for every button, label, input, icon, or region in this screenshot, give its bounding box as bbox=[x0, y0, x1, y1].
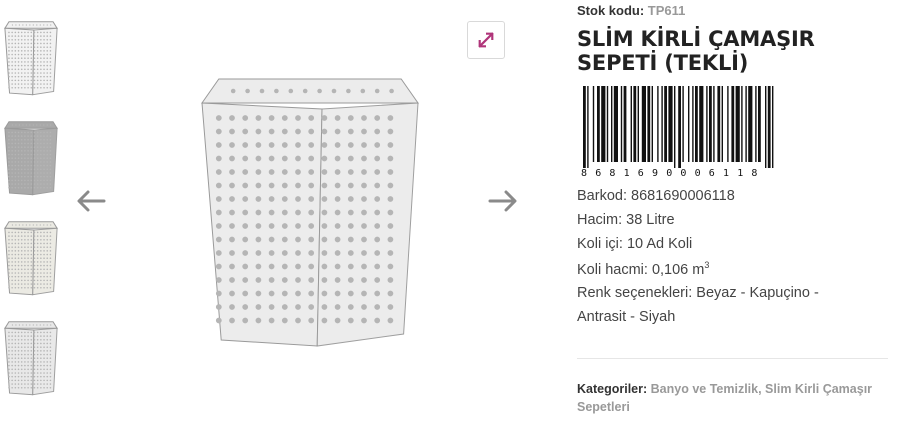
barcode-digit: 6 bbox=[638, 168, 644, 179]
barcode-digit: 1 bbox=[624, 168, 630, 179]
thumbnail-siyah[interactable] bbox=[2, 316, 60, 398]
barcode-bar bbox=[699, 86, 704, 162]
stock-code: Stok kodu: TP611 bbox=[577, 3, 685, 18]
thumbnail-kapucino[interactable] bbox=[2, 116, 60, 198]
barcode-bar bbox=[741, 86, 743, 162]
expand-icon bbox=[478, 32, 494, 48]
box-volume-unit-exponent: 3 bbox=[704, 260, 710, 270]
barcode-bar bbox=[713, 86, 715, 162]
barcode-bar bbox=[611, 86, 613, 162]
barcode-bar bbox=[674, 86, 676, 168]
box-volume-value: Koli hacmi: 0,106 m bbox=[577, 261, 705, 278]
barcode-bar bbox=[668, 86, 673, 162]
barcode-digit: 0 bbox=[695, 168, 701, 179]
barcode-bar bbox=[772, 86, 774, 168]
barcode-bar bbox=[606, 86, 609, 162]
barcode-bar bbox=[597, 86, 600, 162]
volume-text: Hacim: 38 Litre bbox=[577, 212, 675, 228]
color-options-line-1: Renk seçenekleri: Beyaz - Kapuçino - bbox=[577, 285, 819, 301]
barcode-digit: 1 bbox=[737, 168, 743, 179]
previous-image-button[interactable] bbox=[74, 187, 108, 215]
color-options-line-2: Antrasit - Siyah bbox=[577, 309, 676, 325]
category-link-banyo[interactable]: Banyo ve Temizlik, bbox=[651, 382, 762, 396]
barcode-bar bbox=[587, 86, 589, 168]
barcode-bar bbox=[623, 86, 627, 162]
categories: Kategoriler: Banyo ve Temizlik, Slim Kir… bbox=[577, 380, 889, 416]
barcode-image: 8681690006118 bbox=[581, 86, 774, 179]
thumbnail-beyaz[interactable] bbox=[2, 16, 60, 98]
barcode-bar bbox=[651, 86, 653, 162]
barcode-bar bbox=[620, 86, 623, 162]
barcode-bar bbox=[637, 86, 639, 162]
barcode-bar bbox=[727, 86, 729, 162]
barcode-bar bbox=[664, 86, 667, 162]
barcode-bar bbox=[748, 86, 753, 162]
barcode-bar bbox=[767, 86, 771, 168]
barcode-bar bbox=[641, 86, 646, 162]
barcode-bar bbox=[706, 86, 708, 162]
divider bbox=[577, 358, 888, 359]
barcode-digit: 1 bbox=[723, 168, 729, 179]
next-image-button[interactable] bbox=[486, 187, 520, 215]
barcode-digit: 0 bbox=[680, 168, 686, 179]
barcode-bar bbox=[688, 86, 690, 162]
basket-thumbnail-image bbox=[4, 221, 58, 296]
expand-image-button[interactable] bbox=[467, 21, 505, 59]
barcode-bar bbox=[758, 86, 761, 162]
barcode-bar bbox=[765, 86, 767, 168]
barcode-bar bbox=[657, 86, 659, 162]
barcode-bar bbox=[695, 86, 698, 162]
thumbnail-antrasit[interactable] bbox=[2, 216, 60, 298]
barcode-bar bbox=[592, 86, 595, 162]
barcode-digit: 0 bbox=[666, 168, 672, 179]
barcode-bar bbox=[630, 86, 632, 162]
barcode-digit: 9 bbox=[652, 168, 658, 179]
basket-thumbnail-image bbox=[4, 121, 58, 196]
basket-thumbnail-image bbox=[4, 21, 58, 96]
barcode-bar bbox=[735, 86, 740, 162]
barcode-bar bbox=[661, 86, 663, 162]
basket-thumbnail-image bbox=[4, 321, 58, 396]
barcode-bar bbox=[633, 86, 637, 162]
barcode-bar bbox=[731, 86, 735, 162]
barcode-bar bbox=[682, 86, 684, 162]
barcode-digit: 8 bbox=[751, 168, 757, 179]
barcode-digit: 8 bbox=[581, 168, 587, 179]
barcode-bar bbox=[755, 86, 757, 162]
categories-label: Kategoriler: bbox=[577, 382, 648, 396]
barcode-bar bbox=[613, 86, 618, 162]
box-volume-text: Koli hacmi: 0,106 m3 bbox=[577, 260, 709, 278]
barcode-digit: 6 bbox=[709, 168, 715, 179]
arrow-right-icon bbox=[488, 190, 517, 212]
product-title: SLİM KİRLİ ÇAMAŞIR SEPETİ (TEKLİ) bbox=[577, 27, 815, 75]
barcode-bar bbox=[745, 86, 747, 162]
barcode-bar bbox=[717, 86, 721, 162]
barcode-bar bbox=[678, 86, 681, 168]
barcode-digit: 6 bbox=[595, 168, 601, 179]
barcode-bar bbox=[601, 86, 606, 162]
barcode-bar bbox=[647, 86, 651, 162]
stock-code-label: Stok kodu: bbox=[577, 3, 645, 18]
main-product-image bbox=[190, 58, 430, 358]
stock-code-value: TP611 bbox=[647, 3, 686, 18]
barcode-bar bbox=[721, 86, 723, 162]
barcode-bar bbox=[583, 86, 586, 168]
barcode-bar bbox=[692, 86, 694, 162]
box-quantity-text: Koli içi: 10 Ad Koli bbox=[577, 236, 693, 252]
arrow-left-icon bbox=[77, 190, 106, 212]
barcode-bar bbox=[709, 86, 712, 162]
barcode-digit: 8 bbox=[609, 168, 615, 179]
barcode-text: Barkod: 8681690006118 bbox=[577, 188, 735, 204]
